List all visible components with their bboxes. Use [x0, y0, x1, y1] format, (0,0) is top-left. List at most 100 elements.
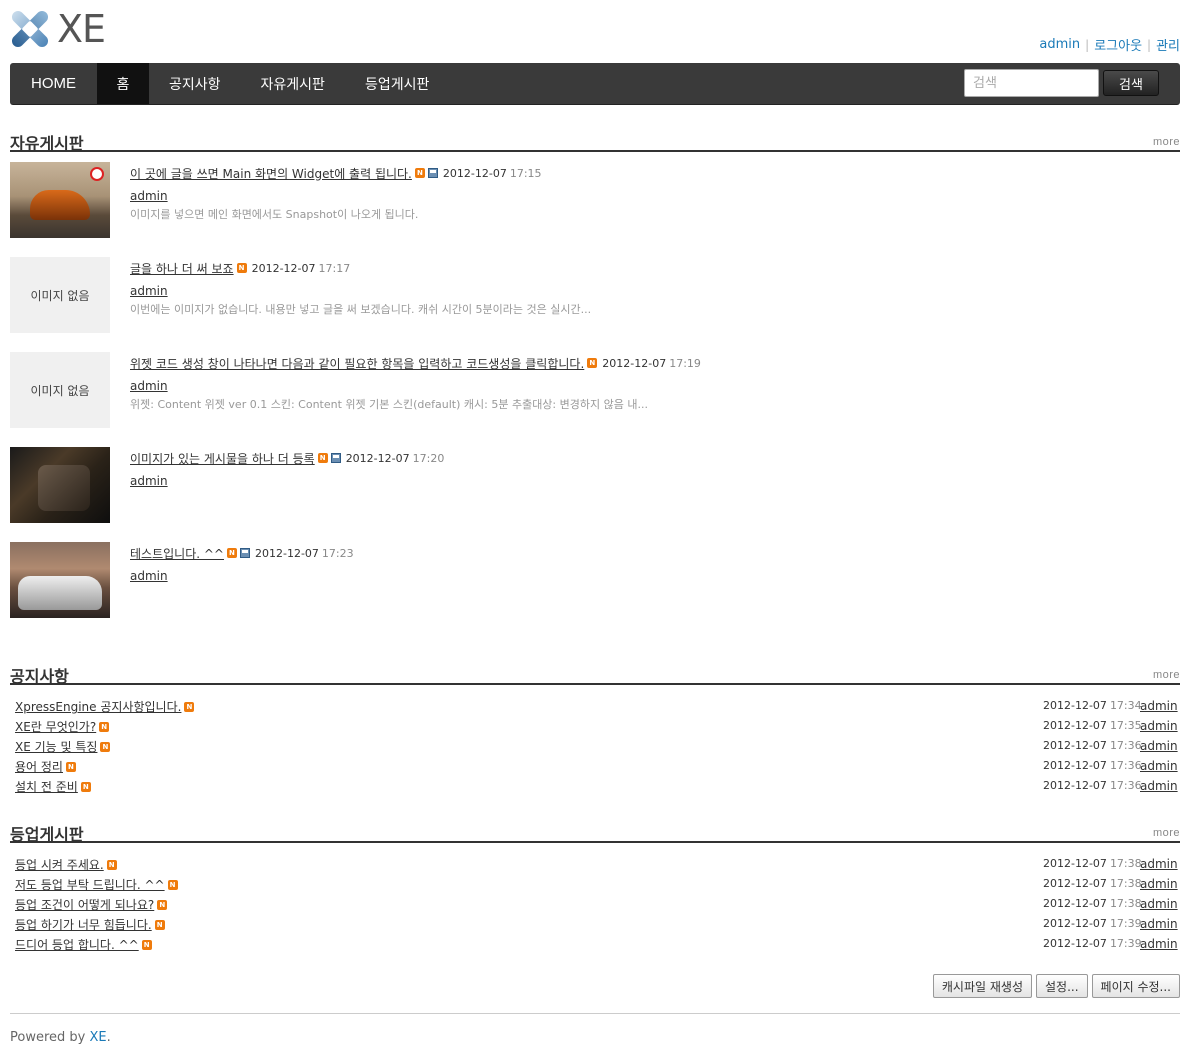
image-icon [239, 548, 250, 558]
post-author[interactable]: admin [130, 284, 168, 298]
list-author[interactable]: admin [1140, 857, 1178, 871]
list-date: 2012-12-07 17:35 [1043, 719, 1142, 732]
post-time: 17:23 [321, 546, 354, 560]
list-date: 2012-12-07 17:38 [1043, 877, 1142, 890]
site-logo[interactable]: XE [9, 7, 106, 51]
post-time: 17:19 [669, 356, 701, 370]
xe-logo-icon [9, 8, 51, 50]
list-title-link[interactable]: 설치 전 준비 [15, 778, 78, 795]
list-item: 등업 조건이 어떻게 되나요? N 2012-12-07 17:38 admin [10, 894, 1180, 914]
free-board-gallery: 이 곳에 글을 쓰면 Main 화면의 Widget에 출력 됩니다. N 20… [10, 162, 1180, 637]
footer-prefix: Powered by [10, 1030, 90, 1045]
nav-item-levelup-board[interactable]: 등업게시판 [345, 63, 449, 104]
admin-link[interactable]: admin [1039, 37, 1080, 52]
list-item: XE 기능 및 특징 N 2012-12-07 17:36 admin [10, 736, 1180, 756]
image-icon [330, 453, 341, 463]
footer: Powered by XE. [10, 1030, 111, 1045]
nav-item-free-board[interactable]: 자유게시판 [241, 63, 345, 104]
new-icon: N [236, 263, 247, 273]
post-thumbnail[interactable] [10, 162, 110, 238]
list-item: 용어 정리 N 2012-12-07 17:36 admin [10, 756, 1180, 776]
post-thumbnail[interactable] [10, 447, 110, 523]
post-title-link[interactable]: 글을 하나 더 써 보죠 [130, 260, 234, 277]
list-title-link[interactable]: XE란 무엇인가? [15, 718, 96, 735]
list-author[interactable]: admin [1140, 917, 1178, 931]
nav-item-home-en[interactable]: HOME [10, 63, 97, 104]
new-icon: N [154, 919, 165, 930]
post-time: 17:20 [412, 451, 445, 465]
nav-item-home[interactable]: 홈 [97, 63, 149, 104]
list-title-link[interactable]: 등업 조건이 어떻게 되나요? [15, 896, 154, 913]
nav-item-notice[interactable]: 공지사항 [149, 63, 241, 104]
post-thumbnail[interactable] [10, 542, 110, 618]
notice-list: XpressEngine 공지사항입니다. N 2012-12-07 17:34 a… [10, 696, 1180, 796]
levelup-list: 등업 시켜 주세요. N 2012-12-07 17:38 admin 저도 등업 … [10, 854, 1180, 954]
notice-header: 공지사항 more [10, 661, 1180, 686]
post-thumbnail-empty[interactable]: 이미지 없음 [10, 257, 110, 333]
list-title-link[interactable]: 드디어 등업 합니다. ^^ [15, 936, 139, 953]
post-date: 2012-12-07 [254, 546, 319, 560]
search-input[interactable] [964, 69, 1099, 97]
free-board-header: 자유게시판 more [10, 128, 1180, 153]
image-icon [427, 168, 438, 178]
search-button[interactable]: 검색 [1103, 70, 1159, 96]
new-icon: N [106, 859, 117, 870]
regen-cache-button[interactable]: 캐시파일 재생성 [932, 974, 1032, 998]
separator: | [1147, 37, 1152, 52]
post-author[interactable]: admin [130, 474, 168, 488]
new-icon: N [99, 721, 110, 732]
list-author[interactable]: admin [1140, 759, 1178, 773]
list-author[interactable]: admin [1140, 699, 1178, 713]
post-title-link[interactable]: 이 곳에 글을 쓰면 Main 화면의 Widget에 출력 됩니다. [130, 165, 412, 182]
post-thumbnail-empty[interactable]: 이미지 없음 [10, 352, 110, 428]
more-link[interactable]: more [1153, 827, 1180, 839]
list-item: 저도 등업 부탁 드립니다. ^^ N 2012-12-07 17:38 admin [10, 874, 1180, 894]
settings-button[interactable]: 설정... [1036, 974, 1088, 998]
list-author[interactable]: admin [1140, 719, 1178, 733]
list-title-link[interactable]: 저도 등업 부탁 드립니다. ^^ [15, 876, 165, 893]
post-title-link[interactable]: 위젯 코드 생성 창이 나타나면 다음과 같이 필요한 항목을 입력하고 코드생… [130, 355, 584, 372]
list-date: 2012-12-07 17:36 [1043, 779, 1142, 792]
new-icon: N [414, 168, 425, 178]
list-author[interactable]: admin [1140, 779, 1178, 793]
list-item: 등업 하기가 너무 힘듭니다. N 2012-12-07 17:39 admin [10, 914, 1180, 934]
new-icon: N [317, 453, 328, 463]
manage-link[interactable]: 관리 [1156, 35, 1180, 54]
logo-text: XE [57, 7, 106, 51]
list-title-link[interactable]: 등업 하기가 너무 힘듭니다. [15, 916, 152, 933]
more-link[interactable]: more [1153, 669, 1180, 681]
post-author[interactable]: admin [130, 569, 168, 583]
list-author[interactable]: admin [1140, 937, 1178, 951]
list-item: 등업 시켜 주세요. N 2012-12-07 17:38 admin [10, 854, 1180, 874]
logout-link[interactable]: 로그아웃 [1094, 35, 1142, 54]
new-icon: N [167, 879, 178, 890]
list-title-link[interactable]: XpressEngine 공지사항입니다. [15, 698, 181, 715]
footer-xe-link[interactable]: XE [89, 1030, 106, 1045]
edit-page-button[interactable]: 페이지 수정... [1091, 974, 1180, 998]
section-title: 자유게시판 [10, 134, 84, 153]
post-author[interactable]: admin [130, 189, 168, 203]
list-date: 2012-12-07 17:34 [1043, 699, 1142, 712]
list-author[interactable]: admin [1140, 897, 1178, 911]
more-link[interactable]: more [1153, 136, 1180, 148]
list-date: 2012-12-07 17:36 [1043, 739, 1142, 752]
list-title-link[interactable]: 용어 정리 [15, 758, 63, 775]
post-title-link[interactable]: 테스트입니다. ^^ [130, 545, 224, 562]
post-summary: 이번에는 이미지가 없습니다. 내용만 넣고 글을 써 보겠습니다. 캐쉬 시간… [130, 303, 592, 316]
page-admin-buttons: 캐시파일 재생성 설정... 페이지 수정... [932, 974, 1180, 998]
list-title-link[interactable]: 등업 시켜 주세요. [15, 856, 104, 873]
list-author[interactable]: admin [1140, 877, 1178, 891]
new-icon: N [226, 548, 237, 558]
post-title-link[interactable]: 이미지가 있는 게시물을 하나 더 등록 [130, 450, 315, 467]
list-title-link[interactable]: XE 기능 및 특징 [15, 738, 97, 755]
gallery-item: 이미지 없음 위젯 코드 생성 창이 나타나면 다음과 같이 필요한 항목을 입… [10, 352, 1180, 447]
gallery-item: 이미지 없음 글을 하나 더 써 보죠 N 2012-12-07 17:17 a… [10, 257, 1180, 352]
list-date: 2012-12-07 17:39 [1043, 937, 1142, 950]
new-icon: N [157, 899, 168, 910]
post-author[interactable]: admin [130, 379, 168, 393]
global-nav: HOME 홈 공지사항 자유게시판 등업게시판 검색 [10, 63, 1180, 105]
list-item: XpressEngine 공지사항입니다. N 2012-12-07 17:34 a… [10, 696, 1180, 716]
footer-suffix: . [106, 1030, 111, 1045]
footer-divider [10, 1013, 1180, 1014]
list-author[interactable]: admin [1140, 739, 1178, 753]
